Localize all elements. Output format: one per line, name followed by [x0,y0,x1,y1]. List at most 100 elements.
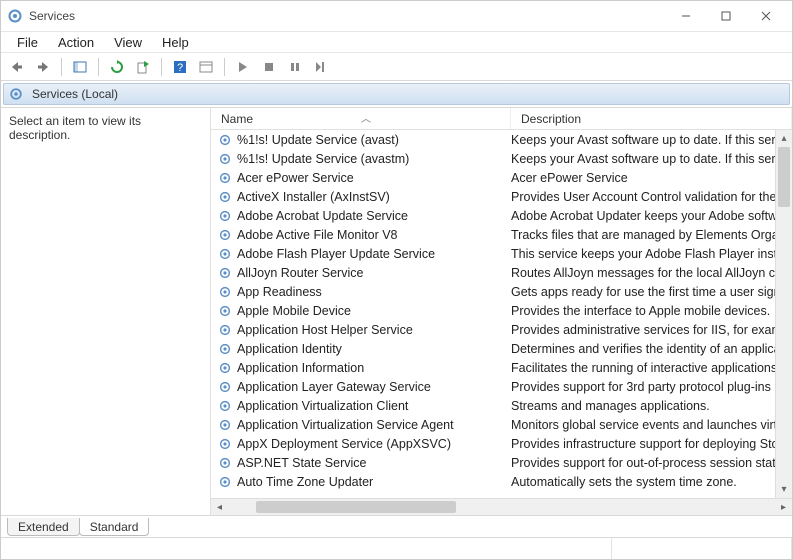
app-gear-icon [7,8,23,24]
status-cell [1,538,612,559]
back-button[interactable] [5,56,29,78]
service-gear-icon [217,455,233,471]
menu-help[interactable]: Help [152,33,199,52]
table-row[interactable]: Adobe Flash Player Update ServiceThis se… [211,244,792,263]
toolbar-sep [224,58,225,76]
menu-file[interactable]: File [7,33,48,52]
table-row[interactable]: %1!s! Update Service (avastm) Keeps your … [211,149,792,168]
col-description[interactable]: Description [511,108,792,129]
service-gear-icon [217,151,233,167]
table-row[interactable]: Application Information Facilitates the r… [211,358,792,377]
vertical-scrollbar[interactable]: ▴ ▾ [775,130,792,498]
titlebar: Services [1,1,792,31]
service-gear-icon [217,360,233,376]
table-row[interactable]: Application Virtualization Service Agent… [211,415,792,434]
service-description: Adobe Acrobat Updater keeps your Adobe s… [511,209,792,223]
show-hide-button[interactable] [68,56,92,78]
service-gear-icon [217,170,233,186]
service-name: %1!s! Update Service (avast) [237,133,399,147]
scroll-right-icon[interactable]: ▸ [775,499,792,515]
status-cell [612,538,792,559]
service-name: ActiveX Installer (AxInstSV) [237,190,390,204]
minimize-button[interactable] [666,2,706,30]
table-row[interactable]: Auto Time Zone UpdaterAutomatically sets… [211,472,792,491]
close-button[interactable] [746,2,786,30]
service-gear-icon [217,284,233,300]
table-row[interactable]: ActiveX Installer (AxInstSV)Provides Use… [211,187,792,206]
scroll-up-icon[interactable]: ▴ [776,130,792,147]
tab-extended[interactable]: Extended [7,518,80,536]
tab-standard[interactable]: Standard [79,518,150,536]
service-name: Application Virtualization Client [237,399,408,413]
menu-view[interactable]: View [104,33,152,52]
table-row[interactable]: Acer ePower ServiceAcer ePower Service [211,168,792,187]
service-gear-icon [217,474,233,490]
refresh-button[interactable] [105,56,129,78]
service-description: Provides infrastructure support for depl… [511,437,792,451]
service-description: Keeps your Avast software up to date. If… [511,133,792,147]
service-name: %1!s! Update Service (avastm) [237,152,409,166]
pause-button[interactable] [283,56,307,78]
scroll-thumb[interactable] [256,501,456,513]
table-row[interactable]: Application Virtualization ClientStreams… [211,396,792,415]
service-description: Provides administrative services for IIS… [511,323,792,337]
description-hint: Select an item to view its description. [9,114,202,142]
table-row[interactable]: Adobe Acrobat Update Service Adobe Acroba… [211,206,792,225]
description-pane: Select an item to view its description. [1,108,211,515]
column-headers: Name ︿ Description [211,108,792,130]
service-name: Auto Time Zone Updater [237,475,373,489]
table-row[interactable]: Adobe Active File Monitor V8 Tracks files… [211,225,792,244]
scroll-track[interactable] [776,147,792,481]
service-name: Apple Mobile Device [237,304,351,318]
scroll-down-icon[interactable]: ▾ [776,481,792,498]
view-tabs: Extended Standard [1,515,792,537]
scroll-left-icon[interactable]: ◂ [211,499,228,515]
service-name: Adobe Active File Monitor V8 [237,228,398,242]
service-gear-icon [217,227,233,243]
table-row[interactable]: ASP.NET State ServiceProvides support fo… [211,453,792,472]
service-name: ASP.NET State Service [237,456,366,470]
service-description: Facilitates the running of interactive a… [511,361,792,375]
toolbar-sep [161,58,162,76]
service-description: Tracks files that are managed by Element… [511,228,792,242]
table-row[interactable]: Application Layer Gateway ServiceProvide… [211,377,792,396]
maximize-button[interactable] [706,2,746,30]
table-row[interactable]: Apple Mobile DeviceProvides the interfac… [211,301,792,320]
window-title: Services [29,9,666,23]
table-row[interactable]: AppX Deployment Service (AppXSVC)Provide… [211,434,792,453]
service-name: Adobe Acrobat Update Service [237,209,408,223]
service-gear-icon [217,265,233,281]
stop-button[interactable] [257,56,281,78]
table-row[interactable]: App ReadinessGets apps ready for use the… [211,282,792,301]
service-list[interactable]: %1!s! Update Service (avast) Keeps your A… [211,130,792,498]
forward-button[interactable] [31,56,55,78]
service-name: AllJoyn Router Service [237,266,363,280]
service-name: Application Virtualization Service Agent [237,418,454,432]
toolbar-sep [98,58,99,76]
properties-button[interactable] [194,56,218,78]
menu-action[interactable]: Action [48,33,104,52]
body: Select an item to view its description. … [1,107,792,515]
service-gear-icon [217,322,233,338]
service-description: Acer ePower Service [511,171,792,185]
start-button[interactable] [231,56,255,78]
restart-button[interactable] [309,56,333,78]
table-row[interactable]: Application Host Helper ServiceProvides … [211,320,792,339]
scroll-thumb[interactable] [778,147,790,207]
service-description: This service keeps your Adobe Flash Play… [511,247,792,261]
scroll-track[interactable] [228,499,775,515]
horizontal-scrollbar[interactable]: ◂ ▸ [211,498,792,515]
export-button[interactable] [131,56,155,78]
service-description: Keeps your Avast software up to date. If… [511,152,792,166]
help-button[interactable]: ? [168,56,192,78]
service-name: Application Information [237,361,364,375]
service-description: Routes AllJoyn messages for the local Al… [511,266,792,280]
services-window: Services File Action View Help ? Serv [0,0,793,560]
scope-header[interactable]: Services (Local) [3,83,790,105]
service-gear-icon [217,246,233,262]
table-row[interactable]: Application IdentityDetermines and verif… [211,339,792,358]
table-row[interactable]: AllJoyn Router Service Routes AllJoyn mes… [211,263,792,282]
service-gear-icon [217,189,233,205]
table-row[interactable]: %1!s! Update Service (avast) Keeps your A… [211,130,792,149]
service-description: Determines and verifies the identity of … [511,342,792,356]
